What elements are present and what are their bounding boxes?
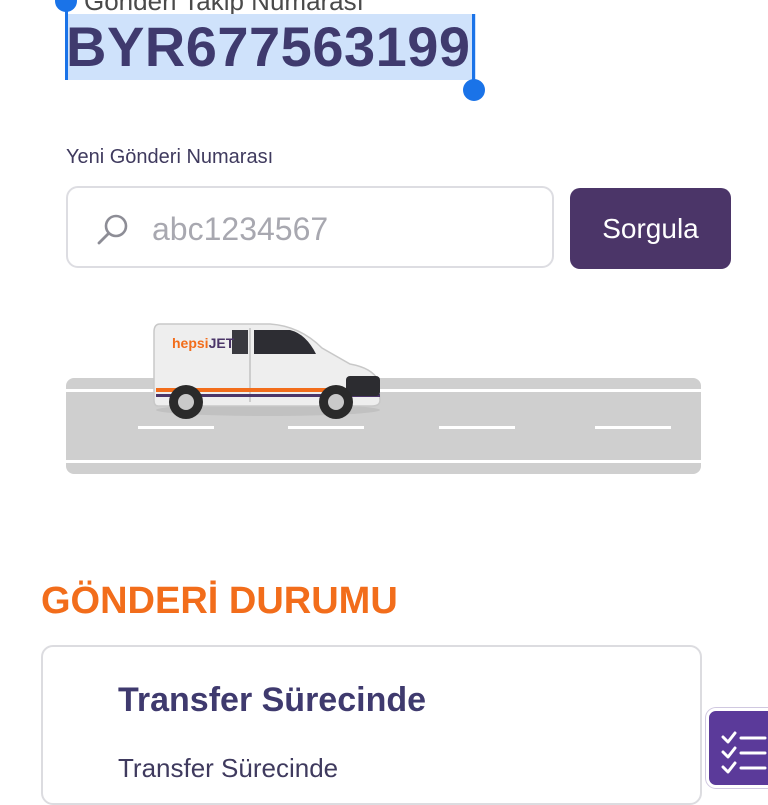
svg-text:hepsiJET: hepsiJET [172,335,235,351]
delivery-van-illustration: hepsiJET [153,323,381,419]
selection-start-line [65,4,68,80]
selection-end-handle[interactable] [463,79,485,101]
new-shipment-label: Yeni Gönderi Numarası [66,146,274,168]
search-input[interactable] [150,206,534,252]
search-icon [97,214,128,245]
status-card: Transfer Sürecinde Transfer Sürecinde [41,645,702,805]
query-button[interactable]: Sorgula [570,188,731,269]
status-card-subtitle: Transfer Sürecinde [118,753,339,783]
van-brand-hepsi: hepsi [172,335,209,351]
selection-start-handle[interactable] [55,0,77,12]
tracking-number[interactable]: BYR677563199 [66,14,476,80]
van-brand-jet: JET [209,335,235,351]
search-field[interactable] [66,186,554,268]
shipment-status-heading: GÖNDERİ DURUMU [41,580,398,622]
task-list-button[interactable] [706,708,768,788]
status-card-title: Transfer Sürecinde [118,681,427,719]
